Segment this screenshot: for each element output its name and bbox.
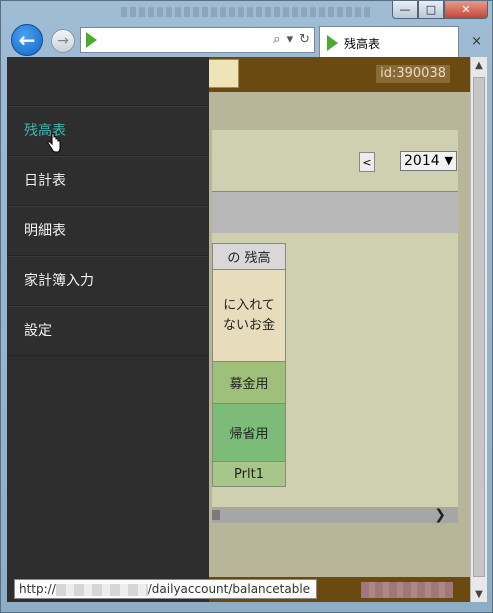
menu-item-household-input[interactable]: 家計簿入力 <box>7 256 209 306</box>
status-url-blurred <box>55 583 148 596</box>
status-url-prefix: http:// <box>19 582 56 596</box>
navigation-bar: ← → ⌕ ▾ ↻ 残高表 × <box>1 23 493 57</box>
table-header-cell: の 残高 <box>212 243 286 270</box>
back-button[interactable]: ← <box>11 24 43 56</box>
window-controls: — □ ✕ <box>392 1 488 19</box>
menu-item-balance-table[interactable]: 残高表 <box>7 106 209 156</box>
maximize-button[interactable]: □ <box>418 1 444 19</box>
balance-table: の 残高 に入れてないお金 募金用 帰省用 Prlt1 <box>212 243 286 487</box>
table-row[interactable]: 帰省用 <box>212 404 286 462</box>
chevron-right-icon[interactable]: ❯ <box>434 507 446 523</box>
vertical-scrollbar[interactable]: ▲ ▼ <box>470 57 487 602</box>
address-controls: ⌕ ▾ ↻ <box>273 32 310 47</box>
close-button[interactable]: ✕ <box>444 1 488 19</box>
status-url-tooltip: http:// /dailyaccount/balancetable <box>14 579 317 599</box>
blurred-footer-content <box>361 582 453 598</box>
year-select[interactable]: 2014 ▼ <box>400 151 457 171</box>
table-note-cell: に入れてないお金 <box>212 270 286 362</box>
menu-item-detail-table[interactable]: 明細表 <box>7 206 209 256</box>
title-text-blurred <box>121 7 371 17</box>
scroll-up-icon[interactable]: ▲ <box>471 57 487 73</box>
hand-cursor-icon <box>47 133 61 153</box>
browser-tab[interactable]: 残高表 × <box>319 26 482 57</box>
play-icon <box>327 35 338 51</box>
forward-arrow-icon: → <box>57 33 69 49</box>
scroll-thumb[interactable] <box>473 77 485 577</box>
menu-item-settings[interactable]: 設定 <box>7 306 209 356</box>
minimize-button[interactable]: — <box>392 1 418 19</box>
user-id-badge: id:390038 <box>376 65 450 83</box>
menu-item-daily-table[interactable]: 日計表 <box>7 156 209 206</box>
scroll-thumb[interactable] <box>212 510 220 520</box>
search-icon[interactable]: ⌕ <box>273 32 280 47</box>
scroll-down-icon[interactable]: ▼ <box>471 586 487 602</box>
drawer-header <box>7 57 209 106</box>
status-url-suffix: /dailyaccount/balancetable <box>147 582 311 596</box>
chevron-down-icon: ▼ <box>444 154 453 167</box>
address-bar[interactable]: ⌕ ▾ ↻ <box>80 27 315 53</box>
forward-button[interactable]: → <box>51 29 75 53</box>
side-drawer-menu: 残高表 日計表 明細表 家計簿入力 設定 <box>7 57 209 602</box>
back-arrow-icon: ← <box>18 28 36 52</box>
site-logo[interactable] <box>207 59 239 88</box>
title-bar: — □ ✕ <box>1 1 493 23</box>
section-bar <box>212 191 458 233</box>
browser-window: — □ ✕ ← → ⌕ ▾ ↻ 残高表 × id:390038 < 2014 ▼… <box>0 0 493 613</box>
tab-close-button[interactable]: × <box>471 34 482 49</box>
horizontal-scrollbar[interactable]: ❯ <box>212 507 458 523</box>
refresh-icon[interactable]: ↻ <box>299 32 310 47</box>
play-icon <box>86 32 97 48</box>
tab-title: 残高表 <box>344 37 381 51</box>
prev-year-button[interactable]: < <box>359 152 375 172</box>
dropdown-icon[interactable]: ▾ <box>287 32 294 47</box>
table-row[interactable]: Prlt1 <box>212 462 286 487</box>
year-select-value: 2014 <box>404 153 440 169</box>
table-row[interactable]: 募金用 <box>212 362 286 404</box>
